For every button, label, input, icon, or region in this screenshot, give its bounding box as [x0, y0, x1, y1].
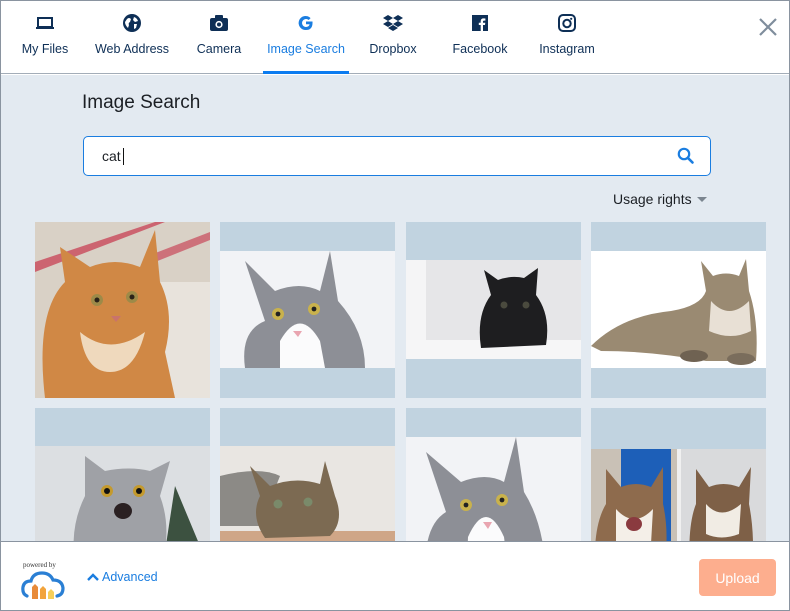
grey-white-kitten-closeup-photo: [406, 437, 581, 541]
caret-down-icon: [696, 197, 707, 202]
tab-image-search[interactable]: Image Search: [263, 1, 349, 74]
result-image[interactable]: [220, 408, 395, 541]
black-cat-photo: [406, 260, 581, 359]
tab-label: Instagram: [539, 42, 595, 56]
result-image[interactable]: [35, 222, 210, 398]
google-icon: [296, 13, 316, 33]
upload-button[interactable]: Upload: [699, 559, 776, 596]
tab-my-files[interactable]: My Files: [1, 1, 89, 73]
result-image[interactable]: [591, 408, 766, 541]
surprised-grey-cat-photo: [35, 446, 210, 541]
chevron-up-icon: [87, 573, 99, 581]
facebook-icon: [470, 13, 490, 33]
close-button[interactable]: [757, 16, 779, 38]
tab-instagram[interactable]: Instagram: [523, 1, 611, 73]
long-haired-tabby-photo: [220, 446, 395, 541]
tab-dropbox[interactable]: Dropbox: [349, 1, 437, 73]
source-tabs-bar: My Files Web Address Camera Image Search: [1, 1, 789, 74]
search-icon[interactable]: [676, 146, 696, 166]
tab-label: Dropbox: [369, 42, 417, 56]
tab-label: Web Address: [94, 42, 170, 56]
dialog-footer: powered by Advanced Upload: [1, 541, 789, 610]
usage-rights-label: Usage rights: [613, 191, 692, 207]
tab-web-address[interactable]: Web Address: [89, 1, 175, 73]
advanced-label: Advanced: [102, 570, 158, 584]
result-image[interactable]: [35, 408, 210, 541]
tab-label: Image Search: [267, 42, 345, 56]
source-tabs: My Files Web Address Camera Image Search: [1, 1, 611, 74]
dropbox-icon: [383, 13, 403, 33]
orange-tabby-cat-photo: [35, 222, 210, 398]
result-image[interactable]: [591, 222, 766, 398]
upload-dialog: My Files Web Address Camera Image Search: [0, 0, 790, 611]
search-field[interactable]: [83, 136, 711, 176]
search-input[interactable]: [102, 137, 662, 175]
result-image[interactable]: [406, 222, 581, 398]
tabby-cat-lying-photo: [591, 251, 766, 368]
tab-label: Facebook: [452, 42, 508, 56]
tab-facebook[interactable]: Facebook: [437, 1, 523, 73]
instagram-icon: [557, 13, 577, 33]
usage-rights-dropdown[interactable]: Usage rights: [613, 191, 707, 207]
text-cursor: [123, 148, 124, 165]
page-title: Image Search: [82, 92, 201, 113]
laughing-calico-cats-photo: [591, 449, 766, 541]
laptop-icon: [35, 13, 55, 33]
image-search-panel: Image Search Usage rights: [1, 75, 789, 541]
globe-icon: [122, 13, 142, 33]
close-icon: [759, 18, 777, 36]
tab-label: My Files: [21, 42, 69, 56]
camera-icon: [209, 13, 229, 33]
tab-label: Camera: [196, 42, 242, 56]
advanced-toggle[interactable]: Advanced: [87, 570, 158, 584]
cloudinary-logo: [21, 570, 65, 600]
powered-by-label: powered by: [23, 561, 56, 569]
grey-white-kitten-photo: [220, 251, 395, 368]
result-image[interactable]: [406, 408, 581, 541]
tab-camera[interactable]: Camera: [175, 1, 263, 73]
result-image[interactable]: [220, 222, 395, 398]
